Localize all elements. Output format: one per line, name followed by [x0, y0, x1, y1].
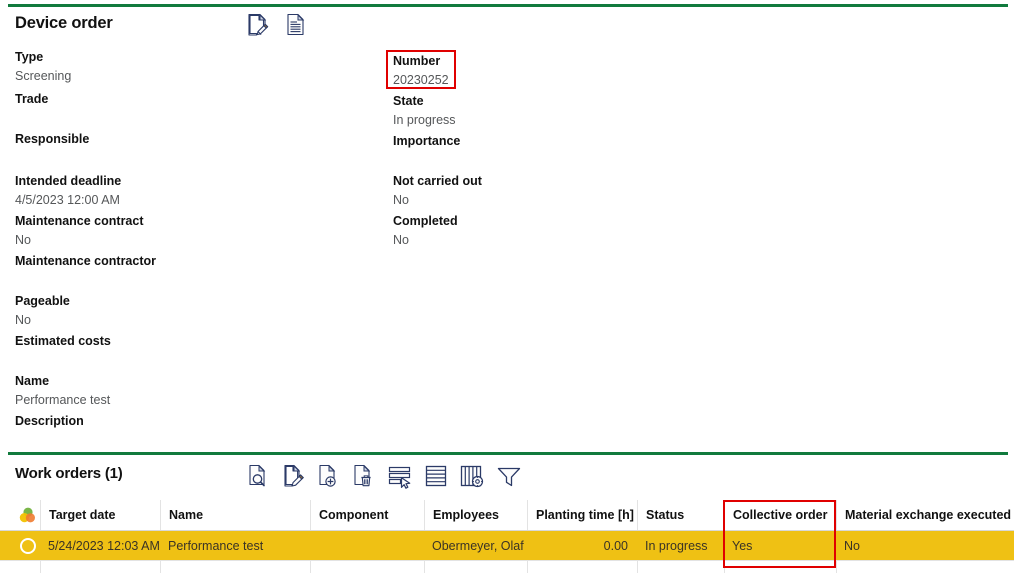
column-header-component[interactable]: Component: [310, 500, 424, 530]
column-header-employees[interactable]: Employees: [424, 500, 527, 530]
field-number: Number 20230252: [393, 54, 449, 88]
field-label: Name: [15, 374, 110, 389]
work-orders-toolbar: [247, 464, 522, 494]
field-label: Number: [393, 54, 449, 69]
field-value: Performance test: [15, 393, 110, 408]
field-trade: Trade: [15, 92, 48, 107]
work-orders-grid: Target date Name Component Employees Pla…: [0, 500, 1014, 573]
show-document-icon[interactable]: [285, 13, 307, 42]
view-document-icon[interactable]: [247, 464, 271, 494]
column-header-planting-time[interactable]: Planting time [h]: [527, 500, 637, 530]
field-intended-deadline: Intended deadline 4/5/2023 12:00 AM: [15, 174, 121, 208]
traffic-light-icon: [19, 507, 37, 527]
field-label: Description: [15, 414, 84, 429]
field-label: Not carried out: [393, 174, 482, 189]
field-estimated-costs: Estimated costs: [15, 334, 111, 349]
work-orders-count: (1): [105, 465, 123, 482]
field-value: No: [393, 193, 482, 208]
field-maintenance-contractor: Maintenance contractor: [15, 254, 156, 269]
field-name: Name Performance test: [15, 374, 110, 408]
cell-status: In progress: [637, 531, 724, 560]
field-value: 20230252: [393, 73, 449, 88]
field-label: Importance: [393, 134, 460, 149]
add-document-icon[interactable]: [317, 464, 341, 494]
cell-component: [310, 531, 424, 560]
field-not-carried-out: Not carried out No: [393, 174, 482, 208]
field-value: No: [15, 233, 144, 248]
cell-planting-time: 0.00: [527, 531, 637, 560]
cell-name: Performance test: [160, 531, 310, 560]
select-row-icon[interactable]: [387, 464, 413, 494]
column-header-target-date[interactable]: Target date: [40, 500, 160, 530]
field-pageable: Pageable No: [15, 294, 70, 328]
edit-document-icon[interactable]: [282, 464, 306, 494]
field-state: State In progress: [393, 94, 456, 128]
field-label: Maintenance contractor: [15, 254, 156, 269]
list-rows-icon[interactable]: [424, 464, 448, 494]
edit-document-icon[interactable]: [247, 13, 269, 42]
table-row[interactable]: 5/24/2023 12:03 AM Performance test Ober…: [0, 531, 1014, 560]
field-type: Type Screening: [15, 50, 71, 84]
field-responsible: Responsible: [15, 132, 89, 147]
field-importance: Importance: [393, 134, 460, 149]
delete-document-icon[interactable]: [352, 464, 376, 494]
field-value: 4/5/2023 12:00 AM: [15, 193, 121, 208]
field-label: Completed: [393, 214, 458, 229]
cell-collective-order: Yes: [724, 531, 836, 560]
status-circle-icon: [20, 538, 36, 554]
field-value: No: [393, 233, 458, 248]
field-maintenance-contract: Maintenance contract No: [15, 214, 144, 248]
field-label: Maintenance contract: [15, 214, 144, 229]
column-settings-icon[interactable]: [459, 464, 485, 494]
detail-header-toolbar: [247, 13, 307, 42]
field-label: Responsible: [15, 132, 89, 147]
field-value: No: [15, 313, 70, 328]
column-header-name[interactable]: Name: [160, 500, 310, 530]
top-accent-rule: [8, 4, 1008, 7]
field-label: Type: [15, 50, 71, 65]
column-header-material-exchange[interactable]: Material exchange executed: [836, 500, 1014, 530]
grid-footer-strip: [0, 560, 1014, 573]
cell-target-date: 5/24/2023 12:03 AM: [40, 531, 160, 560]
field-description: Description: [15, 414, 84, 429]
work-orders-title-text: Work orders: [15, 465, 101, 482]
field-value: In progress: [393, 113, 456, 128]
work-orders-accent-rule: [8, 452, 1008, 455]
column-header-collective-order[interactable]: Collective order: [724, 500, 836, 530]
device-order-page: Device order T: [0, 0, 1014, 570]
page-title: Device order: [15, 14, 113, 33]
filter-funnel-icon[interactable]: [496, 464, 522, 494]
field-label: Estimated costs: [15, 334, 111, 349]
cell-material-exchange: No: [836, 531, 1014, 560]
field-label: Pageable: [15, 294, 70, 309]
field-label: State: [393, 94, 456, 109]
column-header-status[interactable]: Status: [637, 500, 724, 530]
cell-employees: Obermeyer, Olaf: [424, 531, 527, 560]
field-value: Screening: [15, 69, 71, 84]
work-orders-title: Work orders (1): [15, 465, 123, 482]
column-header-status-icon[interactable]: [0, 500, 40, 530]
row-status-indicator[interactable]: [0, 531, 40, 560]
field-label: Intended deadline: [15, 174, 121, 189]
grid-header-row: Target date Name Component Employees Pla…: [0, 500, 1014, 531]
field-label: Trade: [15, 92, 48, 107]
field-completed: Completed No: [393, 214, 458, 248]
